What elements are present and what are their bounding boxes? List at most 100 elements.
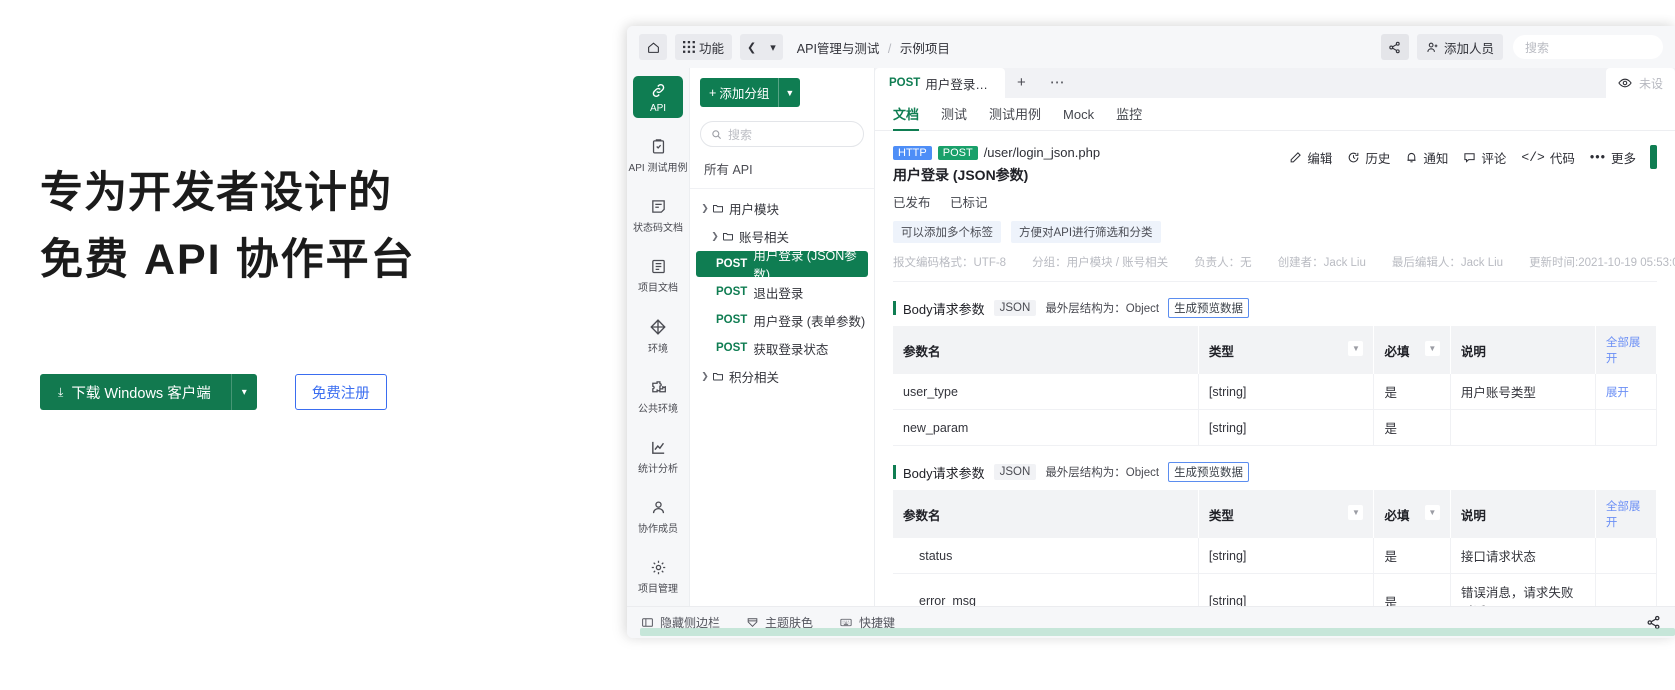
cell-type: [string]: [1198, 538, 1375, 574]
breadcrumb-root[interactable]: API管理与测试: [797, 42, 880, 56]
topbar-search-placeholder: 搜索: [1525, 40, 1550, 55]
table-row[interactable]: status [string] 是 接口请求状态: [893, 538, 1658, 574]
table-row[interactable]: user_type [string] 是 用户账号类型 展开: [893, 374, 1658, 410]
sidebar-item-label: API 测试用例: [628, 163, 688, 174]
folder-icon: [712, 202, 724, 214]
cell-required: 是: [1373, 538, 1451, 574]
topbar-right-actions: 添加人员 搜索: [1380, 34, 1663, 60]
chevron-right-icon[interactable]: ❯: [698, 203, 712, 214]
folder-icon: [712, 370, 724, 382]
api-meta-creator: 创建者：Jack Liu: [1277, 257, 1366, 269]
sidebar-item-api-testcase[interactable]: API 测试用例: [629, 132, 687, 178]
free-register-button[interactable]: 免费注册: [294, 374, 387, 410]
tree-search-input[interactable]: 搜索: [700, 121, 864, 147]
comment-button[interactable]: 评论: [1463, 148, 1506, 167]
sidebar-item-public-environment[interactable]: 公共环境: [633, 373, 683, 419]
add-group-main[interactable]: + 添加分组: [700, 78, 779, 107]
sidebar-item-label: 项目管理: [638, 584, 678, 595]
notify-button[interactable]: 通知: [1405, 148, 1448, 167]
chevron-right-icon[interactable]: ❯: [698, 371, 712, 382]
params-table: 参数名 类型 ▼ 必填 ▼ 说明 全部展开 user_type [string]…: [893, 326, 1658, 446]
api-meta-group: 分组：用户模块 / 账号相关: [1032, 257, 1169, 269]
add-group-button[interactable]: + 添加分组 ▼: [700, 78, 801, 107]
sidebar-item-project-doc[interactable]: 项目文档: [633, 252, 683, 298]
topbar-search-input[interactable]: 搜索: [1513, 35, 1663, 59]
home-button[interactable]: [639, 34, 667, 60]
tree-row[interactable]: ❯ 用户模块: [696, 195, 868, 221]
cell-param-name: status: [893, 538, 1199, 574]
api-tag[interactable]: 可以添加多个标签: [893, 221, 1001, 243]
table-row[interactable]: new_param [string] 是: [893, 409, 1658, 446]
expand-all-button[interactable]: 全部展开: [1595, 326, 1658, 374]
apps-menu-button[interactable]: 功能: [675, 34, 733, 60]
tree-row[interactable]: POST 用户登录 (表单参数): [696, 307, 868, 333]
sidebar-item-label: 环境: [648, 344, 668, 355]
tab-user-login-json[interactable]: POST 用户登录 (JS...: [875, 68, 1005, 98]
download-dropdown-caret-button[interactable]: ▾: [230, 374, 257, 410]
history-icon: [1349, 152, 1359, 162]
hero-actions: ⤓ 下载 Windows 客户端 ▾ 免费注册: [40, 374, 387, 410]
tree-row[interactable]: ❯ 积分相关: [696, 363, 868, 389]
type-filter-button[interactable]: ▼: [1348, 504, 1364, 520]
sidebar-item-project-settings[interactable]: 项目管理: [633, 553, 683, 599]
cell-description: 用户账号类型: [1450, 374, 1596, 410]
col-param-name: 参数名: [893, 490, 1199, 538]
notify-label: 通知: [1423, 151, 1449, 166]
add-member-button[interactable]: 添加人员: [1416, 34, 1503, 60]
cell-type: [string]: [1198, 374, 1375, 410]
api-meta-encoding: 报文编码格式：UTF-8: [893, 257, 1007, 269]
sidebar-item-api[interactable]: API: [633, 76, 683, 118]
sidebar-item-environment[interactable]: 环境: [633, 312, 683, 359]
nav-dropdown-button[interactable]: ▾: [763, 41, 783, 54]
expand-all-button[interactable]: 全部展开: [1595, 490, 1658, 538]
sidebar-item-status-code-doc[interactable]: 状态码文档: [633, 192, 683, 238]
nav-back-button[interactable]: ❮: [740, 41, 763, 54]
history-button[interactable]: 历史: [1347, 148, 1390, 167]
tree-row[interactable]: POST 获取登录状态: [696, 335, 868, 361]
download-windows-client-button[interactable]: ⤓ 下载 Windows 客户端: [40, 374, 231, 410]
add-group-caret-button[interactable]: ▼: [778, 78, 801, 107]
tab-doc[interactable]: 文档: [893, 98, 919, 131]
tree-row-method: POST: [716, 286, 748, 298]
api-tag[interactable]: 方便对API进行筛选和分类: [1011, 221, 1161, 243]
tab-more-button[interactable]: ⋯: [1038, 68, 1077, 98]
tab-testcase[interactable]: 测试用例: [989, 98, 1041, 131]
required-filter-button[interactable]: ▼: [1424, 340, 1440, 356]
tree-row-method: POST: [716, 342, 748, 354]
tree-row-method: POST: [716, 258, 748, 270]
publish-accent-bar[interactable]: [1650, 145, 1657, 169]
breadcrumb-current[interactable]: 示例项目: [900, 42, 950, 56]
tab-mock[interactable]: Mock: [1063, 98, 1094, 131]
more-button[interactable]: ••• 更多: [1590, 148, 1636, 167]
code-button[interactable]: </> 代码: [1521, 148, 1574, 167]
edit-button[interactable]: 编辑: [1289, 148, 1332, 167]
tree-row[interactable]: POST 用户登录 (JSON参数): [696, 249, 868, 282]
tree-row-label: 用户登录 (表单参数): [753, 314, 866, 329]
new-tab-button[interactable]: +: [1005, 68, 1038, 98]
sidebar-item-statistics[interactable]: 统计分析: [633, 433, 683, 479]
search-icon: [712, 129, 722, 139]
share-button[interactable]: [1380, 34, 1409, 60]
app-window: 功能 ❮ ▾ API管理与测试 / 示例项目 添加人员 搜索 API API 测…: [627, 26, 1675, 638]
generate-preview-data-button[interactable]: 生成预览数据: [1168, 462, 1250, 482]
generate-preview-data-button[interactable]: 生成预览数据: [1168, 298, 1250, 318]
all-api-label[interactable]: 所有 API: [690, 147, 874, 189]
book-icon: [651, 259, 665, 274]
type-filter-button[interactable]: ▼: [1348, 340, 1364, 356]
required-filter-button[interactable]: ▼: [1424, 504, 1440, 520]
sidebar-item-label: 公共环境: [638, 404, 678, 415]
breadcrumb-separator: /: [887, 41, 892, 56]
row-expand-button[interactable]: [1595, 409, 1658, 446]
tree-row-label: 账号相关: [739, 230, 790, 245]
tab-test[interactable]: 测试: [941, 98, 967, 131]
chevron-right-icon[interactable]: ❯: [708, 231, 722, 242]
row-expand-button[interactable]: 展开: [1595, 374, 1658, 410]
tree-toolbar: + 添加分组 ▼: [690, 68, 874, 113]
home-icon: [647, 41, 659, 53]
tab-visibility-status[interactable]: 未设: [1605, 68, 1675, 98]
sidebar-item-collaborators[interactable]: 协作成员: [633, 493, 683, 539]
tab-monitor[interactable]: 监控: [1116, 98, 1142, 131]
comment-icon: [1464, 152, 1476, 163]
register-button-label: 免费注册: [311, 385, 370, 402]
row-expand-button[interactable]: [1595, 538, 1658, 574]
